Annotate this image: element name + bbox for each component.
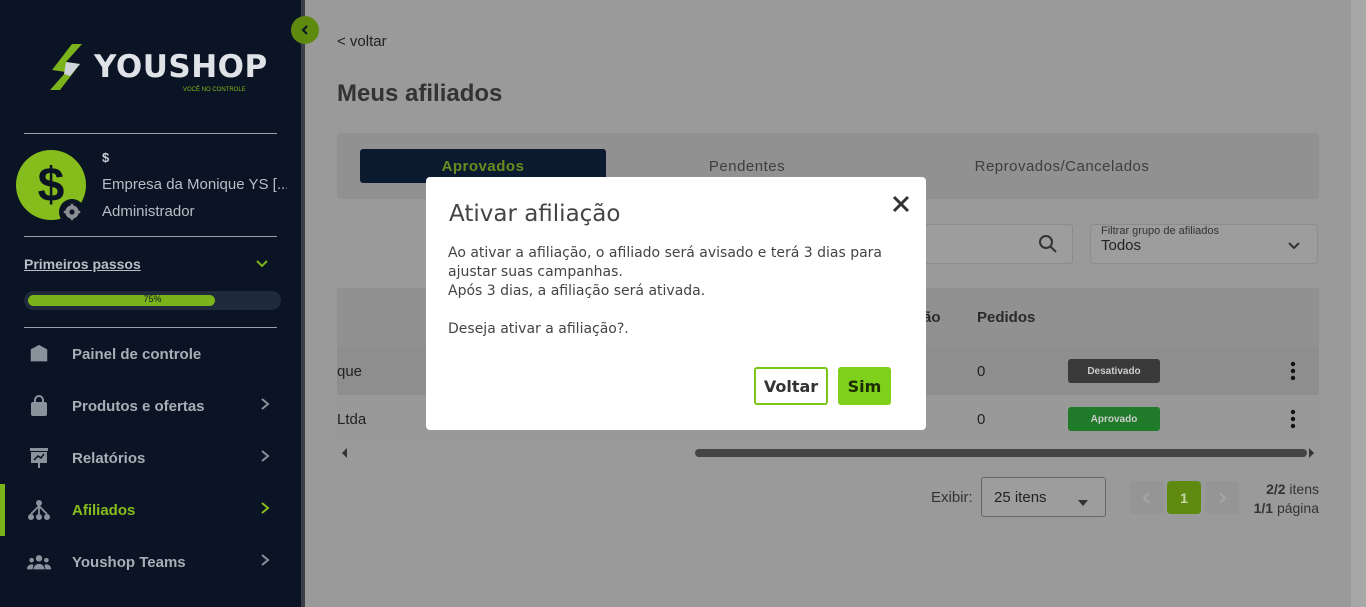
divider	[24, 236, 277, 237]
affiliate-group-filter[interactable]: Filtrar grupo de afiliados Todos	[1090, 224, 1318, 264]
message-line: Ao ativar a afiliação, o afiliado será a…	[448, 245, 883, 280]
nav-label: Relatórios	[72, 449, 146, 467]
pagination-info: 2/2 itens 1/1 página	[1218, 480, 1319, 518]
first-steps-progress: 75%	[24, 291, 281, 310]
dialog-message: Ao ativar a afiliação, o afiliado será a…	[448, 244, 908, 339]
dialog-title: Ativar afiliação	[449, 201, 621, 227]
chevron-left-icon	[301, 25, 308, 35]
pages-count: 1/1	[1253, 500, 1274, 516]
search-icon[interactable]	[1038, 234, 1058, 259]
scroll-right-icon[interactable]	[1307, 447, 1315, 459]
close-icon[interactable]	[890, 193, 912, 215]
page-scrollbar[interactable]	[1351, 0, 1366, 607]
sidebar: YOUSHOP VOCÊ NO CONTROLE $ $ Empresa da …	[0, 0, 301, 607]
filter-label: Filtrar grupo de afiliados	[1101, 225, 1220, 237]
nav-label: Youshop Teams	[72, 553, 186, 571]
column-header-pedidos: Pedidos	[977, 309, 1036, 326]
more-options-icon[interactable]	[1290, 409, 1296, 434]
message-line: Após 3 dias, a afiliação será ativada.	[448, 283, 706, 299]
user-role: Administrador	[102, 203, 195, 220]
youshop-logo-icon	[50, 44, 82, 90]
pages-label: página	[1276, 500, 1319, 516]
scrollbar-thumb[interactable]	[695, 449, 1307, 457]
items-label: itens	[1289, 481, 1319, 497]
chevron-right-icon	[258, 501, 272, 520]
youshop-logo[interactable]: YOUSHOP VOCÊ NO CONTROLE	[46, 42, 268, 93]
nav-item-produtos-e-ofertas[interactable]: Produtos e ofertas	[0, 380, 301, 432]
status-badge: Aprovado	[1068, 407, 1160, 431]
affiliate-name: que	[337, 363, 363, 380]
confirm-button[interactable]: Sim	[838, 367, 891, 405]
chevron-right-icon	[258, 449, 272, 468]
team-icon	[27, 550, 51, 574]
nav-item-relatorios[interactable]: Relatórios	[0, 432, 301, 484]
more-options-icon[interactable]	[1290, 361, 1296, 386]
nav-item-afiliados[interactable]: Afiliados	[0, 484, 301, 536]
user-company: Empresa da Monique YS [...	[102, 176, 287, 193]
nav-label: Painel de controle	[72, 345, 202, 363]
chevron-right-icon	[258, 553, 272, 572]
page-title: Meus afiliados	[337, 80, 503, 107]
nav-label: Produtos e ofertas	[72, 397, 205, 415]
divider	[24, 133, 277, 134]
chevron-right-icon	[258, 397, 272, 416]
nav-item-youshop-teams[interactable]: Youshop Teams	[0, 536, 301, 588]
filter-value: Todos	[1101, 237, 1142, 254]
activate-affiliation-dialog: Ativar afiliação Ao ativar a afiliação, …	[426, 177, 926, 430]
message-question: Deseja ativar a afiliação?.	[448, 321, 629, 337]
page-size-select[interactable]: 25 itens	[981, 477, 1106, 517]
chevron-left-icon	[1142, 491, 1150, 504]
logo-text: YOUSHOP	[94, 49, 268, 85]
back-button[interactable]: Voltar	[754, 367, 828, 405]
chevron-down-icon	[1287, 239, 1301, 257]
nav-label: Afiliados	[72, 501, 136, 519]
nav-item-painel-de-controle[interactable]: Painel de controle	[0, 328, 301, 380]
active-indicator	[0, 484, 5, 536]
items-count: 2/2	[1266, 481, 1286, 497]
affiliates-icon	[27, 498, 51, 522]
logo-tagline: VOCÊ NO CONTROLE	[183, 87, 246, 93]
chevron-down-icon[interactable]	[254, 256, 270, 277]
settings-gear-icon[interactable]	[59, 199, 85, 225]
dashboard-icon	[27, 342, 51, 366]
tab-reprovados-cancelados[interactable]: Reprovados/Cancelados	[937, 149, 1187, 183]
user-name: $	[102, 150, 110, 165]
bag-icon	[27, 394, 51, 418]
collapse-sidebar-button[interactable]	[291, 16, 319, 44]
caret-down-icon	[1077, 494, 1089, 512]
prev-page-button[interactable]	[1130, 481, 1164, 514]
back-link[interactable]: < voltar	[337, 33, 387, 50]
scroll-left-icon[interactable]	[341, 447, 349, 459]
page-button-current[interactable]: 1	[1167, 481, 1201, 514]
status-badge: Desativado	[1068, 359, 1160, 383]
affiliate-orders: 0	[977, 363, 986, 380]
progress-label: 75%	[143, 294, 162, 304]
report-icon	[27, 446, 51, 470]
affiliate-name: Ltda	[337, 411, 367, 428]
page-size-label: Exibir:	[931, 489, 973, 506]
affiliate-orders: 0	[977, 411, 986, 428]
first-steps-link[interactable]: Primeiros passos	[24, 256, 141, 272]
table-horizontal-scrollbar[interactable]	[337, 447, 1319, 459]
page-size-value: 25 itens	[994, 489, 1047, 506]
